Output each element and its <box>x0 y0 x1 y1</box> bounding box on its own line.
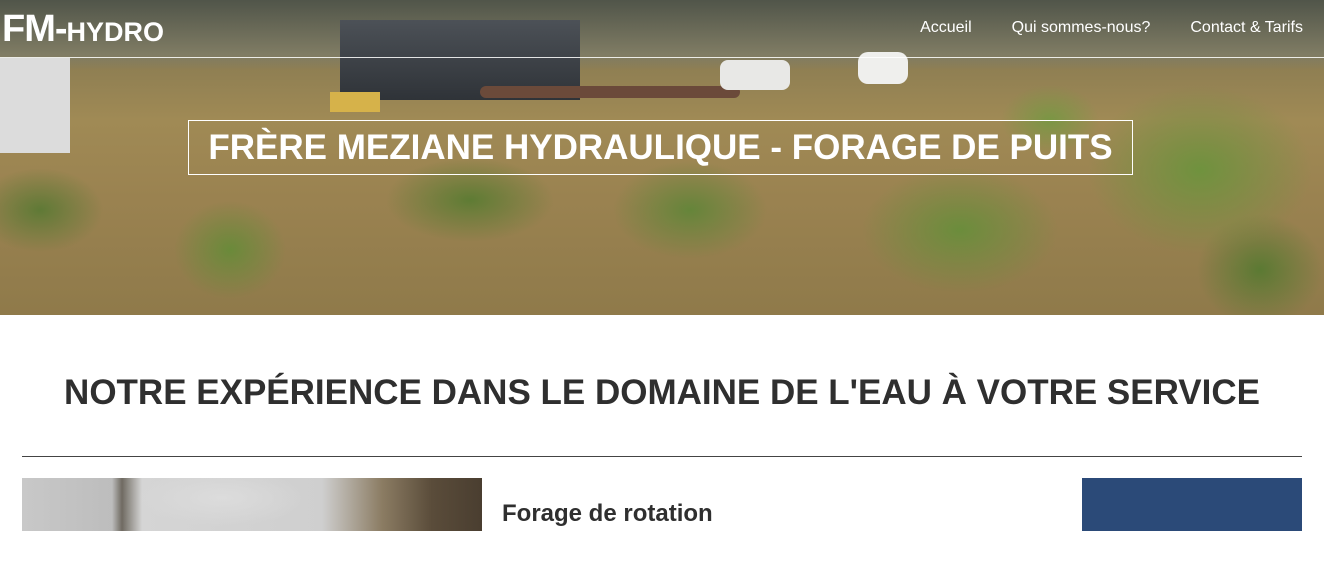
service-title: Forage de rotation <box>502 500 713 527</box>
service-side-panel <box>1082 478 1302 531</box>
section-title: NOTRE EXPÉRIENCE DANS LE DOMAINE DE L'EA… <box>64 373 1260 412</box>
bags-image <box>720 60 790 90</box>
nav-contact-tarifs[interactable]: Contact & Tarifs <box>1190 19 1303 37</box>
logo-fm: FM- <box>2 8 68 50</box>
nav-accueil[interactable]: Accueil <box>920 19 972 37</box>
main-nav: Accueil Qui sommes-nous? Contact & Tarif… <box>920 19 1303 37</box>
site-logo[interactable]: FM-HYDRO <box>2 8 164 51</box>
nav-qui-sommes-nous[interactable]: Qui sommes-nous? <box>1012 19 1151 37</box>
sand-pile-image <box>330 92 380 112</box>
logo-hydro: HYDRO <box>66 17 165 47</box>
top-navbar: FM-HYDRO Accueil Qui sommes-nous? Contac… <box>0 0 1324 58</box>
hero-banner: FM-HYDRO Accueil Qui sommes-nous? Contac… <box>0 0 1324 315</box>
divider <box>22 456 1302 457</box>
hero-title: FRÈRE MEZIANE HYDRAULIQUE - FORAGE DE PU… <box>188 120 1133 175</box>
pipe-image <box>480 86 740 98</box>
service-image <box>22 478 482 531</box>
truck-image <box>0 58 70 153</box>
